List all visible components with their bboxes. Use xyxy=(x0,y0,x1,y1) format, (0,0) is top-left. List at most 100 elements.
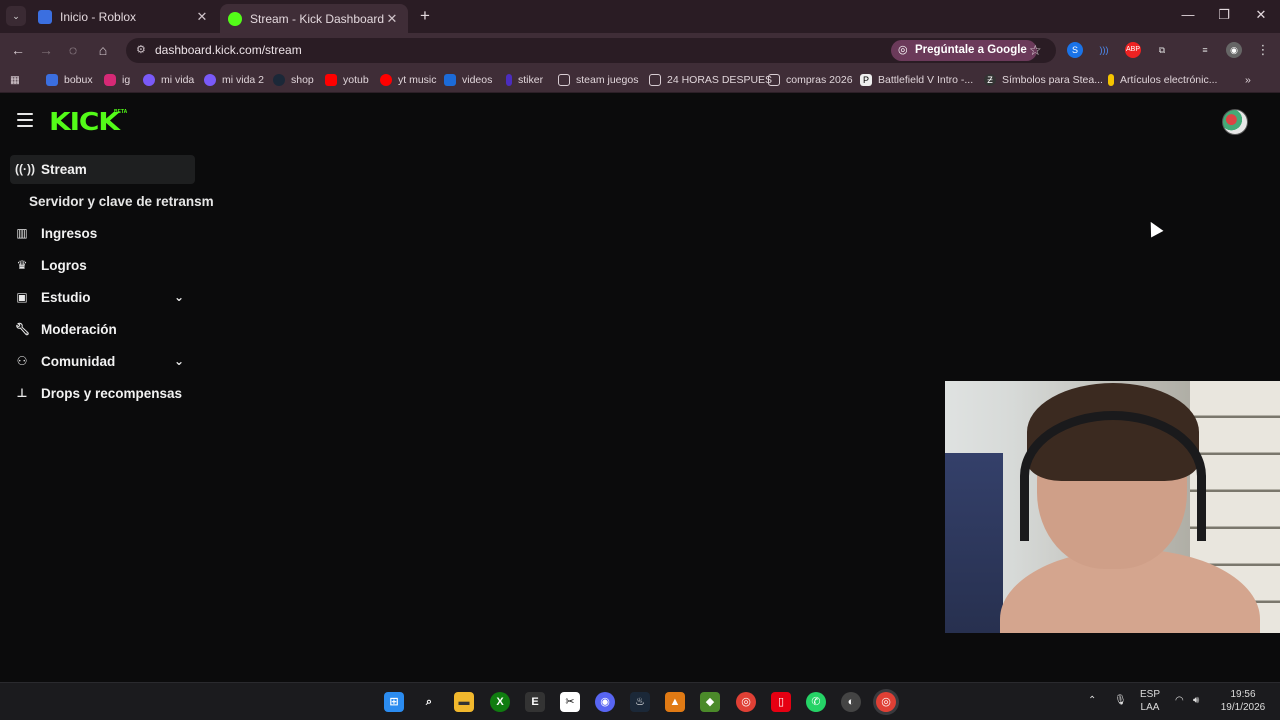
nintendo-icon[interactable]: ▯ xyxy=(771,692,791,712)
volume-icon[interactable]: 🔊︎ xyxy=(1193,694,1199,707)
chrome-icon[interactable]: ◎ xyxy=(736,692,756,712)
sidebar-item-estudio[interactable]: ▣ Estudio ⌄ xyxy=(10,283,210,312)
steam-icon[interactable]: ♨ xyxy=(630,692,650,712)
more-bookmarks-chevron-icon[interactable]: » xyxy=(1245,73,1251,87)
bookmark-bobux[interactable]: bobux xyxy=(46,73,93,87)
tab-search-chevron-icon[interactable]: ⌄ xyxy=(6,6,26,26)
media-controls-icon[interactable]: ≡ xyxy=(1197,42,1213,58)
tab-roblox[interactable]: Inicio - Roblox ✕ xyxy=(30,4,218,29)
store-icon xyxy=(1108,74,1114,86)
extensions-puzzle-icon[interactable]: ⧉ xyxy=(1154,42,1170,58)
headphones-icon xyxy=(1020,411,1206,541)
close-tab-icon[interactable]: ✕ xyxy=(194,9,210,25)
address-bar[interactable]: ⚙ dashboard.kick.com/stream ◎ Pregúntale… xyxy=(126,38,1056,63)
instagram-icon xyxy=(104,74,116,86)
wifi-icon[interactable]: ◠ xyxy=(1175,694,1184,707)
ask-google-label: Pregúntale a Google xyxy=(915,44,1027,56)
sidebar-item-moderacion[interactable]: 🔧︎ Moderación xyxy=(10,315,210,344)
bookmark-stiker[interactable]: stiker xyxy=(506,73,543,87)
fl-studio-icon[interactable]: ▲ xyxy=(665,692,685,712)
extension-shazam-icon[interactable]: S xyxy=(1067,42,1083,58)
discord-icon[interactable]: ◉ xyxy=(595,692,615,712)
beta-badge: BETA xyxy=(114,109,128,115)
menu-kebab-icon[interactable]: ⋮ xyxy=(1255,42,1271,58)
sidebar-item-comunidad[interactable]: ⚇ Comunidad ⌄ xyxy=(10,347,210,376)
language-indicator[interactable]: ESP LAA xyxy=(1140,688,1160,714)
loading-spinner-icon[interactable]: ◌ xyxy=(64,41,82,59)
browser-tab-bar: ⌄ Inicio - Roblox ✕ Stream - Kick Dashbo… xyxy=(0,0,1280,33)
roblox-icon xyxy=(46,74,58,86)
bookmark-videos[interactable]: videos xyxy=(444,73,492,87)
xbox-icon[interactable]: X xyxy=(490,692,510,712)
url-text[interactable]: dashboard.kick.com/stream xyxy=(155,43,302,57)
sidebar-item-stream[interactable]: ((·)) Stream xyxy=(10,155,195,184)
sidebar-item-servidor-clave[interactable]: Servidor y clave de retransm xyxy=(10,187,214,216)
folder-24-horas[interactable]: 24 HORAS DESPUES xyxy=(649,73,772,87)
bookmark-yotub[interactable]: yotub xyxy=(325,73,369,87)
forward-arrow-icon[interactable]: → xyxy=(37,41,55,59)
bookmark-articulos[interactable]: Artículos electrónic... xyxy=(1108,73,1217,87)
tray-chevron-up-icon[interactable]: ⌃ xyxy=(1088,694,1096,707)
app-icon[interactable]: ◐ xyxy=(841,692,861,712)
capcut-icon[interactable]: ✂ xyxy=(560,692,580,712)
user-avatar[interactable] xyxy=(1222,109,1248,135)
close-window-button[interactable]: ✕ xyxy=(1249,7,1273,23)
sidebar-item-ingresos[interactable]: ▥ Ingresos xyxy=(10,219,210,248)
chevron-down-icon[interactable]: ⌄ xyxy=(174,290,184,304)
folder-icon xyxy=(649,74,661,86)
clock-date: 19/1/2026 xyxy=(1220,702,1266,713)
sidebar-item-label: Servidor y clave de retransm xyxy=(29,194,214,209)
bookmark-mi-vida-2[interactable]: mi vida 2 xyxy=(204,73,264,87)
whatsapp-icon[interactable]: ✆ xyxy=(806,692,826,712)
apps-grid-icon[interactable]: ▦ xyxy=(10,73,20,87)
microphone-icon[interactable]: 🎙︎ xyxy=(1114,694,1127,707)
bookmark-battlefield[interactable]: P Battlefield V Intro -... xyxy=(860,73,973,87)
site-info-icon[interactable]: ⚙ xyxy=(136,43,146,56)
profile-avatar-icon[interactable]: ◉ xyxy=(1226,42,1242,58)
community-icon: ⚇ xyxy=(16,354,28,368)
sidebar-item-label: Comunidad xyxy=(41,354,116,369)
clock[interactable]: 19:56 19/1/2026 xyxy=(1219,688,1267,714)
close-tab-icon[interactable]: ✕ xyxy=(384,11,400,27)
windows-start-icon[interactable]: ⊞ xyxy=(384,692,404,712)
chat-icon xyxy=(143,74,155,86)
bookmark-shop[interactable]: shop xyxy=(273,73,314,87)
chevron-down-icon[interactable]: ⌄ xyxy=(174,354,184,368)
roblox-favicon-icon xyxy=(38,9,52,24)
extension-wave-icon[interactable]: ))) xyxy=(1096,42,1112,58)
google-lens-icon: ◎ xyxy=(898,44,908,56)
adblock-icon[interactable]: ABP xyxy=(1125,42,1141,58)
file-explorer-icon[interactable]: ▬ xyxy=(454,692,474,712)
bookmark-star-icon[interactable]: ☆ xyxy=(1029,42,1042,59)
kick-logo[interactable]: KICK xyxy=(49,107,120,136)
sidebar-item-logros[interactable]: ♛ Logros xyxy=(10,251,210,280)
bookmark-ig[interactable]: ig xyxy=(104,73,130,87)
sidebar-item-label: Ingresos xyxy=(41,226,98,241)
ask-google-button[interactable]: ◎ Pregúntale a Google xyxy=(891,40,1037,61)
bookmark-yt-music[interactable]: yt music xyxy=(380,73,437,87)
sidebar-item-label: Stream xyxy=(41,162,87,177)
back-arrow-icon[interactable]: ← xyxy=(9,41,27,59)
minimize-button[interactable]: — xyxy=(1176,7,1200,22)
video-icon xyxy=(444,74,456,86)
bookmarks-bar: ▦ bobux ig mi vida mi vida 2 shop yotub … xyxy=(0,67,1280,93)
windows-taskbar: ⊞ ⌕ ▬ X E ✂ ◉ ♨ ▲ ◆ ◎ ▯ ✆ ◐ ◎ ⌃ 🎙︎ ESP L… xyxy=(0,682,1280,720)
bar-chart-icon: ▥ xyxy=(16,226,28,240)
home-icon[interactable]: ⌂ xyxy=(94,41,112,59)
minecraft-icon[interactable]: ◆ xyxy=(700,692,720,712)
tab-kick-dashboard[interactable]: Stream - Kick Dashboard ✕ xyxy=(220,4,408,33)
hamburger-menu-icon[interactable] xyxy=(17,113,33,127)
new-tab-button[interactable]: + xyxy=(415,6,435,26)
wrench-icon: 🔧︎ xyxy=(15,322,31,336)
search-icon[interactable]: ⌕ xyxy=(419,692,439,712)
folder-steam-juegos[interactable]: steam juegos xyxy=(558,73,638,87)
chrome-active-icon[interactable]: ◎ xyxy=(876,692,896,712)
bookmark-simbolos[interactable]: Ƶ Símbolos para Stea... xyxy=(984,73,1103,87)
steam-icon xyxy=(273,74,285,86)
maximize-button[interactable]: ❐ xyxy=(1212,7,1236,23)
folder-compras-2026[interactable]: compras 2026 xyxy=(768,73,853,87)
bookmark-mi-vida[interactable]: mi vida xyxy=(143,73,194,87)
sidebar-item-drops[interactable]: ⊥ Drops y recompensas xyxy=(10,379,210,408)
epic-games-icon[interactable]: E xyxy=(525,692,545,712)
sidebar-item-label: Drops y recompensas xyxy=(41,386,183,401)
